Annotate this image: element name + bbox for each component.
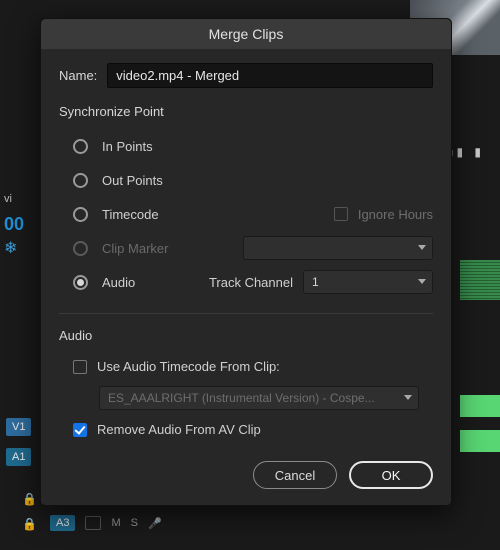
audio-clip-a1[interactable] [460,395,500,417]
transport-icons[interactable]: ◂▮ ▮ [446,145,485,159]
use-audio-timecode-label: Use Audio Timecode From Clip: [97,359,280,374]
merge-clips-dialog: Merge Clips Name: Synchronize Point In P… [40,18,452,506]
remove-audio-checkbox[interactable] [73,423,87,437]
timecode-readout: 00 [4,214,24,235]
lock-icon[interactable]: 🔒 [22,517,37,531]
radio-icon [73,207,88,222]
chevron-down-icon [404,395,412,400]
mic-icon[interactable]: 🎤 [148,517,162,530]
option-in-points[interactable]: In Points [73,129,433,163]
sync-section-label: Synchronize Point [59,104,433,119]
audio-clip-a2[interactable] [460,430,500,452]
audio-section-label: Audio [59,328,433,343]
remove-audio-row[interactable]: Remove Audio From AV Clip [59,416,433,443]
track-channel-select[interactable]: 1 [303,270,433,294]
remove-audio-label: Remove Audio From AV Clip [97,422,261,437]
option-label: Out Points [102,173,192,188]
dialog-title: Merge Clips [41,19,451,49]
section-divider [59,313,433,314]
audio-timecode-source-select: ES_AAALRIGHT (Instrumental Version) - Co… [99,386,419,410]
track-row-a3: A3 M S 🎤 [50,515,162,531]
ignore-hours-label: Ignore Hours [358,207,433,222]
option-timecode[interactable]: Timecode Ignore Hours [73,197,433,231]
solo-label[interactable]: S [131,517,138,529]
lock-icon[interactable]: 🔒 [22,492,37,506]
track-chip-a3[interactable]: A3 [50,515,75,531]
clip-marker-select [243,236,433,260]
use-audio-timecode-checkbox[interactable] [73,360,87,374]
track-chip-a1[interactable]: A1 [6,448,31,466]
track-headers: V1 A1 [6,418,35,466]
cancel-button[interactable]: Cancel [253,461,337,489]
mute-label[interactable]: M [111,517,120,529]
track-chip-v1[interactable]: V1 [6,418,31,436]
track-channel-label: Track Channel [209,275,293,290]
select-value: 1 [312,275,319,289]
radio-icon [73,173,88,188]
radio-icon [73,275,88,290]
panel-tab[interactable]: vi [4,193,12,205]
option-audio[interactable]: Audio Track Channel 1 [73,265,433,299]
radio-icon [73,241,88,256]
track-toggle[interactable] [85,516,101,530]
name-field[interactable] [107,63,433,88]
ok-button[interactable]: OK [349,461,433,489]
name-label: Name: [59,68,97,83]
option-label: Timecode [102,207,192,222]
option-out-points[interactable]: Out Points [73,163,433,197]
option-label: Audio [102,275,192,290]
option-label: Clip Marker [102,241,192,256]
option-clip-marker: Clip Marker [73,231,433,265]
snowflake-icon: ❄ [4,238,17,258]
audio-waveform [460,260,500,300]
chevron-down-icon [418,279,426,284]
radio-icon [73,139,88,154]
ignore-hours-checkbox [334,207,348,221]
option-label: In Points [102,139,192,154]
use-audio-timecode-row[interactable]: Use Audio Timecode From Clip: [59,353,433,380]
select-value: ES_AAALRIGHT (Instrumental Version) - Co… [108,391,375,405]
chevron-down-icon [418,245,426,250]
